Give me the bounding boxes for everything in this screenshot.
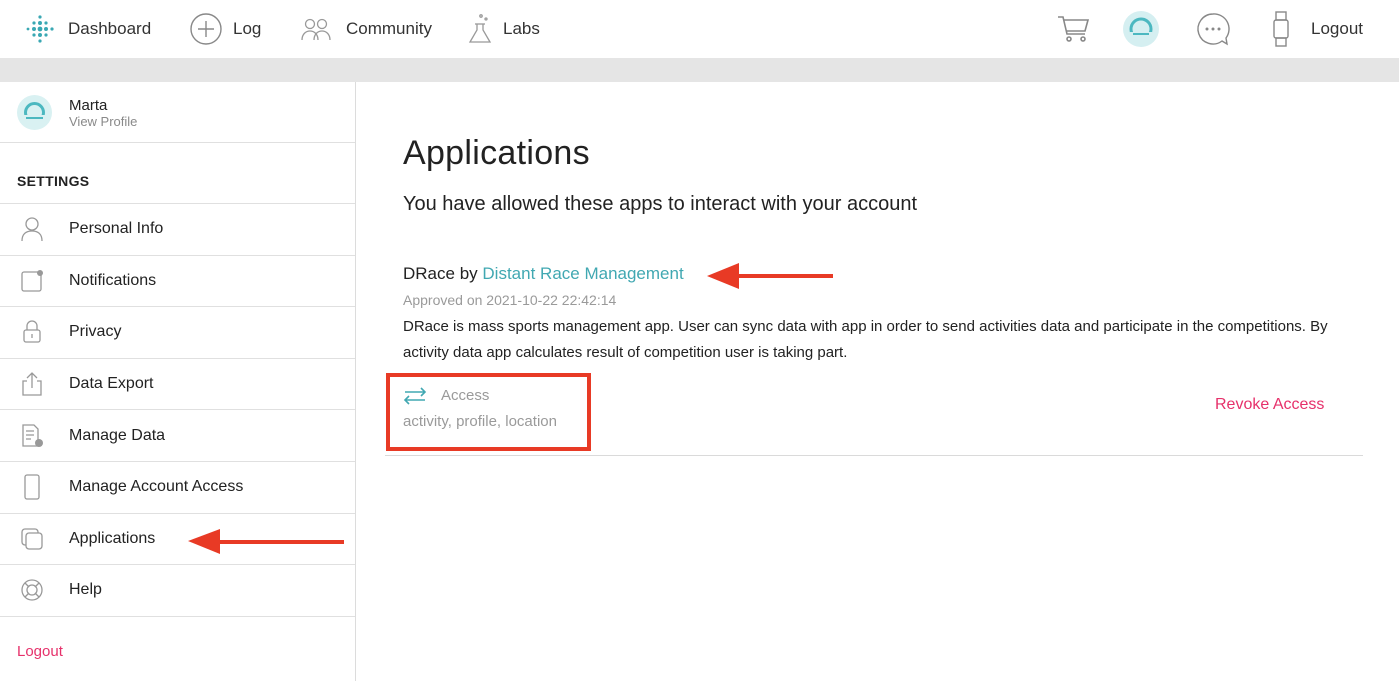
chat-icon[interactable] — [1193, 9, 1233, 49]
main-content: Applications You have allowed these apps… — [357, 82, 1399, 681]
app-name: DRace — [403, 264, 455, 283]
sidebar-item-label: Privacy — [69, 323, 122, 341]
lifebuoy-icon — [19, 577, 45, 603]
nav-dashboard[interactable]: Dashboard — [22, 0, 151, 58]
sidebar-item-label: Manage Account Access — [69, 478, 244, 496]
nav-community-label: Community — [346, 19, 432, 38]
nav-community[interactable]: Community — [300, 0, 432, 58]
revoke-access-button[interactable]: Revoke Access — [1215, 396, 1324, 414]
access-label: Access — [441, 387, 490, 404]
annotation-arrow-applications — [188, 529, 344, 554]
nav-labs[interactable]: Labs — [467, 0, 540, 58]
nav-log[interactable]: Log — [189, 0, 261, 58]
access-scopes: activity, profile, location — [403, 413, 557, 430]
nav-labs-label: Labs — [503, 19, 540, 38]
sidebar-item-data-export[interactable]: Data Export — [0, 359, 355, 411]
sidebar-item-label: Personal Info — [69, 220, 164, 238]
settings-sidebar: Marta View Profile SETTINGS Personal Inf… — [0, 82, 356, 681]
nav-dashboard-label: Dashboard — [68, 19, 152, 38]
app-developer-link[interactable]: Distant Race Management — [482, 264, 683, 283]
flask-icon — [467, 12, 493, 46]
phone-icon — [19, 474, 45, 500]
avatar-icon[interactable] — [1121, 9, 1161, 49]
settings-heading: SETTINGS — [17, 173, 90, 189]
notification-icon — [19, 268, 45, 294]
access-highlight-box — [386, 373, 591, 451]
sidebar-item-personal-info[interactable]: Personal Info — [0, 204, 355, 256]
sidebar-item-label: Applications — [69, 529, 156, 547]
nav-log-label: Log — [233, 19, 262, 38]
sidebar-item-manage-account-access[interactable]: Manage Account Access — [0, 462, 355, 514]
page-subtitle: You have allowed these apps to interact … — [403, 193, 918, 215]
community-icon — [300, 16, 336, 42]
cart-icon[interactable] — [1053, 9, 1093, 49]
export-icon — [19, 371, 45, 397]
sidebar-item-help[interactable]: Help — [0, 565, 355, 617]
app-approved-date: Approved on 2021-10-22 22:42:14 — [403, 292, 617, 308]
profile-avatar-icon — [17, 95, 52, 130]
view-profile-link[interactable]: View Profile — [69, 114, 137, 129]
sidebar-item-label: Notifications — [69, 271, 157, 289]
profile-name: Marta — [69, 97, 108, 114]
app-by: by — [459, 264, 478, 283]
annotation-arrow-developer — [707, 263, 833, 289]
top-navigation: Dashboard Log Community Labs Logout — [0, 0, 1399, 58]
plus-circle-icon — [189, 12, 223, 46]
sidebar-item-notifications[interactable]: Notifications — [0, 256, 355, 308]
swap-arrows-icon — [403, 387, 427, 405]
applications-icon — [19, 526, 45, 552]
app-description: DRace is mass sports management app. Use… — [403, 318, 1328, 361]
manage-data-icon — [19, 423, 45, 449]
sidebar-item-manage-data[interactable]: Manage Data — [0, 410, 355, 462]
sidebar-item-label: Manage Data — [69, 426, 166, 444]
app-title: DRace by Distant Race Management — [403, 264, 684, 284]
sidebar-item-label: Help — [69, 581, 102, 599]
person-icon — [19, 216, 45, 242]
profile-card[interactable]: Marta View Profile — [0, 82, 355, 143]
lock-icon — [19, 319, 45, 345]
sidebar-item-privacy[interactable]: Privacy — [0, 307, 355, 359]
sidebar-item-label: Data Export — [69, 375, 154, 393]
gray-banner — [0, 58, 1399, 82]
watch-icon[interactable] — [1261, 9, 1301, 49]
page-title: Applications — [403, 134, 590, 172]
divider — [385, 455, 1363, 456]
dots-logo-icon — [22, 11, 58, 47]
sidebar-logout-link[interactable]: Logout — [17, 643, 63, 660]
top-logout-link[interactable]: Logout — [1311, 0, 1363, 58]
